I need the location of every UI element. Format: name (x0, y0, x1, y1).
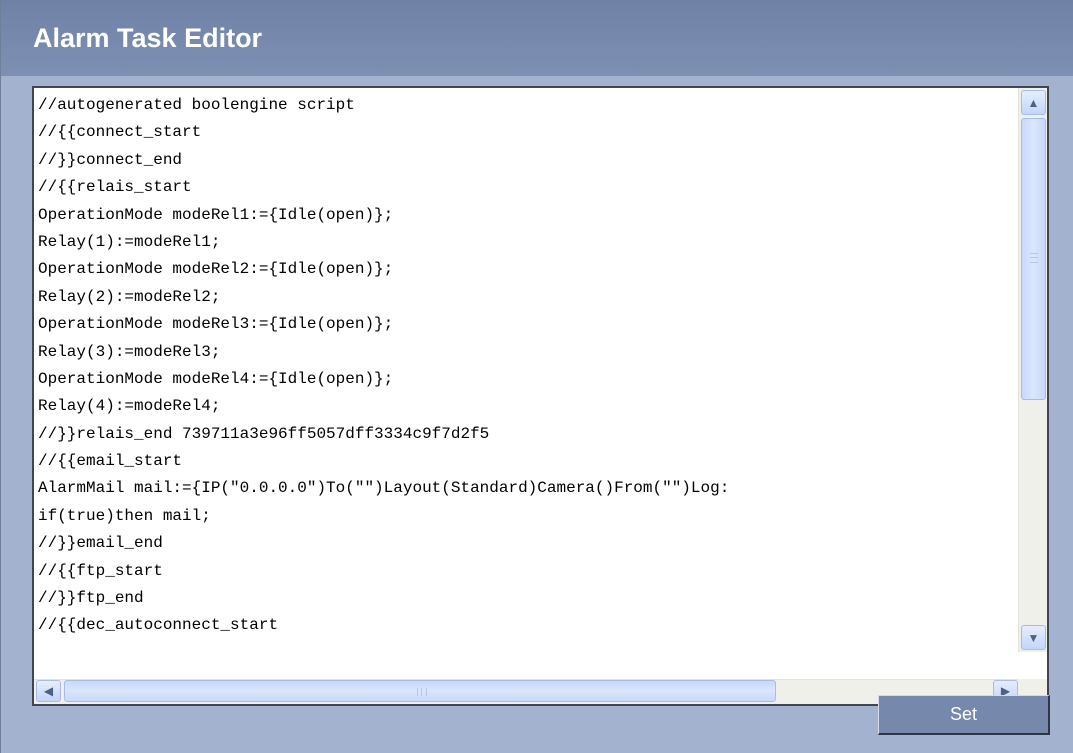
code-line: if(true)then mail; (38, 506, 211, 525)
code-line: OperationMode modeRel1:={Idle(open)}; (38, 205, 394, 224)
code-line: //{{relais_start (38, 178, 192, 197)
code-line: OperationMode modeRel3:={Idle(open)}; (38, 315, 394, 334)
code-line: OperationMode modeRel2:={Idle(open)}; (38, 260, 394, 279)
page-header: Alarm Task Editor (1, 0, 1073, 76)
chevron-up-icon: ▲ (1027, 95, 1040, 110)
code-line: //}}email_end (38, 534, 163, 553)
horizontal-scroll-thumb[interactable] (64, 680, 776, 702)
code-line: AlarmMail mail:={IP("0.0.0.0")To("")Layo… (38, 479, 730, 498)
code-line: Relay(1):=modeRel1; (38, 232, 221, 251)
scroll-up-button[interactable]: ▲ (1021, 90, 1046, 115)
vertical-scroll-thumb[interactable] (1021, 118, 1046, 400)
code-line: OperationMode modeRel4:={Idle(open)}; (38, 369, 394, 388)
code-line: //{{ftp_start (38, 561, 163, 580)
code-line: Relay(2):=modeRel2; (38, 287, 221, 306)
scroll-down-button[interactable]: ▼ (1021, 625, 1046, 650)
code-line: //{{email_start (38, 452, 183, 471)
frame-border (0, 0, 1, 753)
code-line: //{{dec_autoconnect_start (38, 616, 279, 635)
code-line: //}}connect_end (38, 150, 183, 169)
set-button[interactable]: Set (878, 695, 1050, 735)
script-textarea[interactable]: //autogenerated boolengine script //{{con… (38, 92, 1020, 650)
scroll-left-button[interactable]: ◀ (36, 680, 61, 702)
chevron-down-icon: ▼ (1027, 630, 1040, 645)
page-title: Alarm Task Editor (33, 23, 263, 53)
vertical-scrollbar[interactable]: ▲ ▼ (1018, 88, 1047, 652)
code-line: //autogenerated boolengine script (38, 96, 355, 114)
code-line: //}}ftp_end (38, 589, 144, 608)
script-editor[interactable]: //autogenerated boolengine script //{{con… (32, 86, 1049, 706)
code-line: Relay(3):=modeRel3; (38, 342, 221, 361)
grip-icon (417, 688, 427, 696)
code-line: Relay(4):=modeRel4; (38, 397, 221, 416)
grip-icon (1030, 253, 1038, 263)
code-line: //{{connect_start (38, 123, 202, 142)
horizontal-scrollbar[interactable]: ◀ ▶ (34, 679, 1020, 704)
chevron-left-icon: ◀ (43, 684, 54, 698)
code-line: //}}relais_end 739711a3e96ff5057dff3334c… (38, 424, 490, 443)
